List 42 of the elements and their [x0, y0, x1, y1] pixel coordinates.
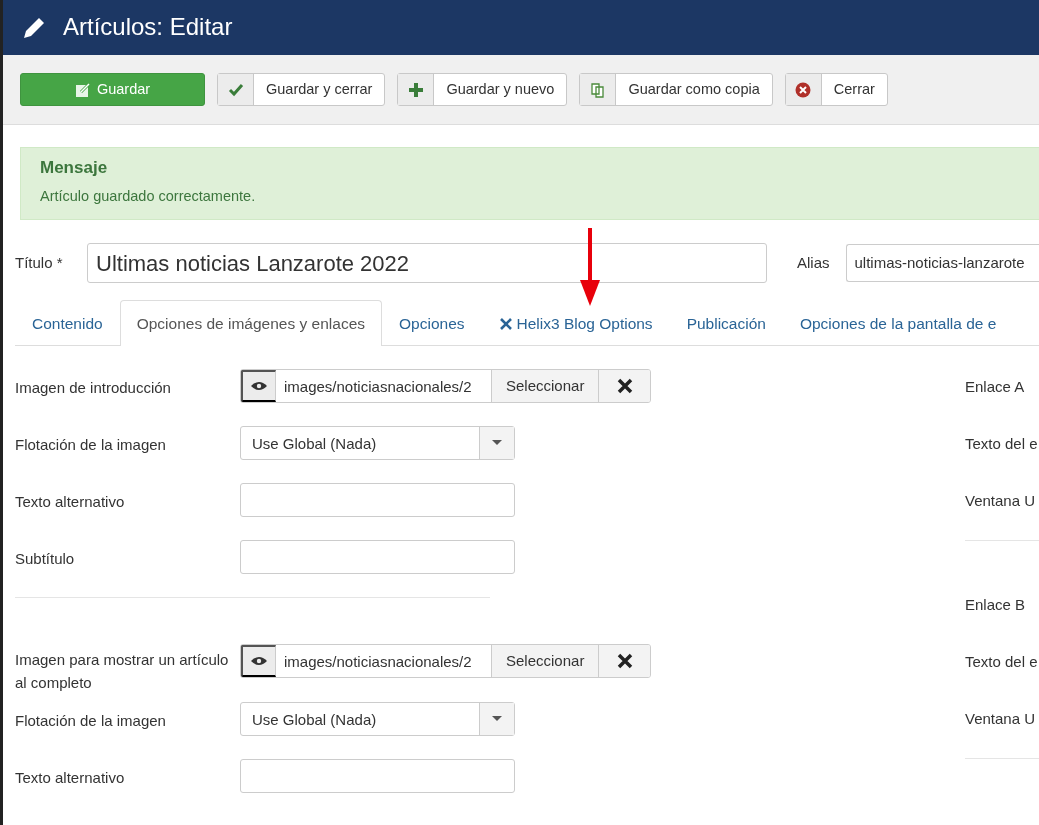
tab[interactable]: Opciones de imágenes y enlaces	[119, 300, 382, 346]
toolbar-button[interactable]: Guardar y nuevo	[397, 73, 568, 106]
page-title: Artículos: Editar	[63, 13, 233, 42]
toolbar-button[interactable]: Cerrar	[784, 73, 888, 106]
field-label: Imagen para mostrar un artículo al completo	[15, 650, 230, 693]
toolbar-button[interactable]: Guardar y cerrar	[217, 73, 386, 106]
alias-field[interactable]: ultimas-noticias-lanzarote	[845, 244, 1039, 282]
copy-icon	[589, 81, 606, 98]
field-label: Alias	[797, 252, 830, 273]
caret-icon	[492, 440, 502, 446]
tab[interactable]: Contenido	[15, 300, 120, 346]
field-label: Subtítulo	[15, 549, 76, 569]
check-icon	[227, 81, 244, 98]
field-label: Texto del e	[965, 434, 1039, 454]
field-label: Enlace A	[965, 377, 1026, 397]
text-field[interactable]	[240, 540, 515, 574]
select-field[interactable]: Use Global (Nada)	[240, 426, 515, 460]
toolbar-button[interactable]: Guardar como copia	[579, 73, 773, 106]
text-field[interactable]	[240, 759, 515, 793]
tab[interactable]: Opciones	[382, 300, 482, 346]
field-label: Flotación de la imagen	[15, 435, 167, 455]
caret-icon	[492, 716, 502, 722]
field-label: Texto del e	[965, 652, 1039, 672]
field-label: Flotación de la imagen	[15, 711, 167, 731]
message-heading: Mensaje	[40, 158, 109, 179]
close-icon	[795, 81, 812, 98]
title-field[interactable]: Ultimas noticias Lanzarote 2022	[87, 243, 767, 283]
tab[interactable]: Publicación	[669, 300, 783, 346]
field-label: Imagen de introducción	[15, 378, 172, 398]
edit-icon	[74, 81, 91, 98]
field-label: Texto alternativo	[15, 492, 126, 512]
text-field[interactable]	[240, 483, 515, 517]
message-text: Artículo guardado correctamente.	[40, 187, 257, 207]
select-field[interactable]: Use Global (Nada)	[240, 702, 515, 736]
field-label: Ventana U	[965, 491, 1037, 511]
field-label: Ventana U	[965, 709, 1037, 729]
tab[interactable]: Opciones de la pantalla de e	[782, 300, 1014, 346]
tab[interactable]: Helix3 Blog Options	[481, 300, 670, 346]
plus-icon	[407, 81, 424, 98]
field-label: Texto alternativo	[15, 768, 126, 788]
field-label: Enlace B	[965, 595, 1027, 615]
field-label: Título *	[15, 252, 64, 273]
